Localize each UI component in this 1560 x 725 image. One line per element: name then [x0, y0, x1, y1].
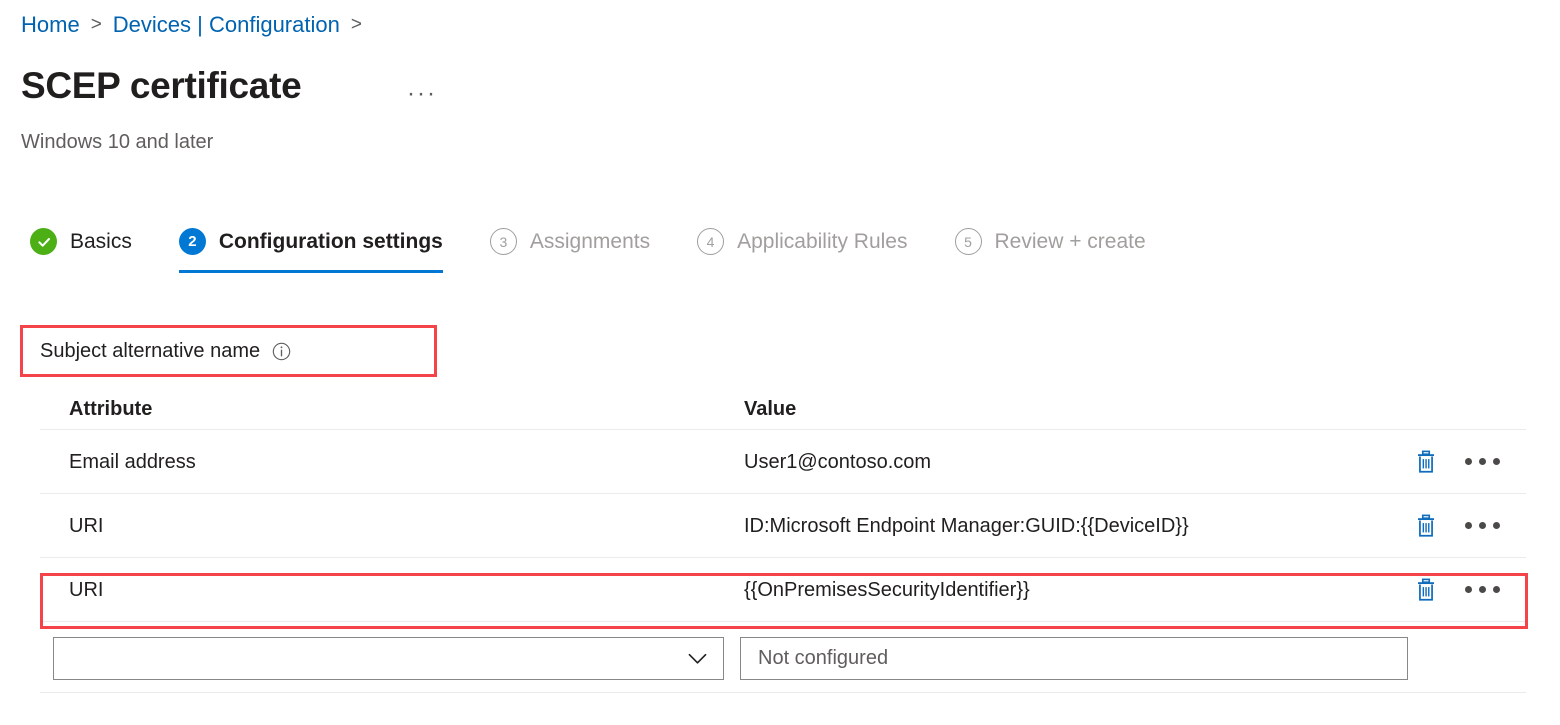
- more-dot: [1465, 458, 1472, 465]
- breadcrumb-separator-icon: >: [91, 10, 102, 40]
- cell-attribute: Email address: [40, 449, 725, 475]
- step-number-badge: 5: [955, 228, 982, 255]
- row-actions: [1398, 449, 1526, 475]
- subject-alternative-name-label: Subject alternative name: [40, 338, 260, 364]
- more-icon[interactable]: [1465, 522, 1500, 529]
- chevron-down-icon: [688, 653, 707, 665]
- new-san-entry-row: [53, 637, 1408, 680]
- trash-icon[interactable]: [1413, 577, 1439, 603]
- cell-value: ID:Microsoft Endpoint Manager:GUID:{{Dev…: [725, 513, 1398, 539]
- tab-review-create[interactable]: 5 Review + create: [955, 228, 1146, 273]
- info-icon[interactable]: [272, 342, 291, 361]
- tab-assignments-label: Assignments: [530, 228, 650, 255]
- more-dot: [1465, 586, 1472, 593]
- more-icon[interactable]: [1465, 586, 1500, 593]
- more-icon[interactable]: [1465, 458, 1500, 465]
- cell-attribute: URI: [40, 577, 725, 603]
- cell-value: User1@contoso.com: [725, 449, 1398, 475]
- tab-configuration-settings[interactable]: 2 Configuration settings: [179, 228, 443, 273]
- check-circle-icon: [30, 228, 57, 255]
- more-dot: [1493, 458, 1500, 465]
- row-actions: [1398, 513, 1526, 539]
- wizard-step-tabs: Basics 2 Configuration settings 3 Assign…: [30, 228, 1146, 273]
- trash-icon[interactable]: [1413, 449, 1439, 475]
- more-dot: [1493, 586, 1500, 593]
- tab-basics-label: Basics: [70, 228, 132, 255]
- breadcrumb-item-home[interactable]: Home: [21, 10, 80, 40]
- breadcrumb: Home > Devices | Configuration >: [21, 10, 373, 40]
- value-input[interactable]: [740, 637, 1408, 680]
- more-dot: [1493, 522, 1500, 529]
- subject-alternative-name-section-highlight: Subject alternative name: [20, 325, 437, 377]
- tab-applicability-rules-label: Applicability Rules: [737, 228, 907, 255]
- table-row: URI {{OnPremisesSecurityIdentifier}}: [40, 558, 1526, 622]
- subject-alternative-name-table: Attribute Value Email address User1@cont…: [40, 388, 1526, 622]
- attribute-select[interactable]: [53, 637, 724, 680]
- tab-configuration-settings-label: Configuration settings: [219, 228, 443, 255]
- more-commands-button[interactable]: ···: [407, 82, 437, 106]
- tab-applicability-rules[interactable]: 4 Applicability Rules: [697, 228, 907, 273]
- column-header-value: Value: [725, 396, 1398, 422]
- tab-basics[interactable]: Basics: [30, 228, 132, 273]
- breadcrumb-separator-icon: >: [351, 10, 362, 40]
- more-dot: [1479, 458, 1486, 465]
- table-row: URI ID:Microsoft Endpoint Manager:GUID:{…: [40, 494, 1526, 558]
- tab-assignments[interactable]: 3 Assignments: [490, 228, 650, 273]
- active-tab-underline: [179, 270, 443, 273]
- more-dot: [1465, 522, 1472, 529]
- cell-value: {{OnPremisesSecurityIdentifier}}: [725, 577, 1398, 603]
- step-number-badge: 2: [179, 228, 206, 255]
- section-divider: [40, 692, 1526, 693]
- more-dot: [1479, 522, 1486, 529]
- cell-attribute: URI: [40, 513, 725, 539]
- tab-review-create-label: Review + create: [995, 228, 1146, 255]
- breadcrumb-item-devices-configuration[interactable]: Devices | Configuration: [113, 10, 340, 40]
- row-actions: [1398, 577, 1526, 603]
- step-number-badge: 4: [697, 228, 724, 255]
- more-dot: [1479, 586, 1486, 593]
- trash-icon[interactable]: [1413, 513, 1439, 539]
- table-header-row: Attribute Value: [40, 388, 1526, 430]
- column-header-attribute: Attribute: [40, 396, 725, 422]
- page-subtitle: Windows 10 and later: [21, 129, 213, 155]
- page-title: SCEP certificate: [21, 62, 301, 110]
- step-number-badge: 3: [490, 228, 517, 255]
- table-row: Email address User1@contoso.com: [40, 430, 1526, 494]
